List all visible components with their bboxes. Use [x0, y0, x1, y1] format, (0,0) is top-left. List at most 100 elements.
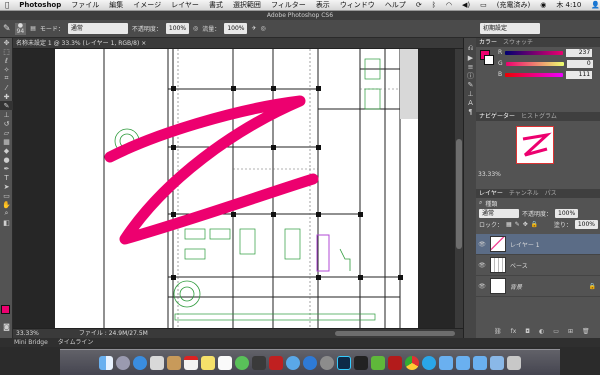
lasso-tool-icon[interactable]: ℓ [0, 56, 13, 65]
contacts-icon[interactable] [167, 355, 181, 370]
user-icon[interactable]: 👤 [586, 1, 600, 9]
blend-mode-select[interactable]: 通常 [479, 209, 519, 218]
app-store-icon[interactable] [303, 355, 317, 370]
marquee-tool-icon[interactable]: ⬚ [0, 47, 13, 56]
lock-all-icon[interactable]: 🔒 [531, 221, 538, 228]
lock-position-icon[interactable]: ✥ [523, 221, 528, 228]
reminders-icon[interactable] [218, 355, 232, 370]
eye-icon[interactable]: 👁 [478, 262, 486, 269]
eraser-tool-icon[interactable]: ▱ [0, 128, 13, 137]
layer-row[interactable]: 👁 ベース [476, 255, 600, 276]
pen-tool-icon[interactable]: ✒ [0, 164, 13, 173]
mask-icon[interactable]: ◘ [525, 328, 530, 338]
eye-icon[interactable]: 👁 [478, 241, 486, 248]
fx-icon[interactable]: fx [511, 328, 517, 338]
volume-icon[interactable]: ◀) [457, 1, 475, 9]
pressure-opacity-icon[interactable]: ◎ [193, 25, 198, 32]
tab-timeline[interactable]: タイムライン [58, 338, 94, 347]
input-flag-icon[interactable]: ◉ [535, 1, 551, 9]
folder-icon[interactable]: ▭ [553, 328, 559, 338]
photoshop-icon[interactable] [337, 355, 351, 370]
launchpad-icon[interactable] [116, 355, 130, 370]
move-tool-icon[interactable]: ✥ [0, 38, 13, 47]
layer-row[interactable]: 👁 背景 🔒 [476, 276, 600, 297]
path-select-tool-icon[interactable]: ➤ [0, 182, 13, 191]
stamp-tool-icon[interactable]: ⊥ [0, 110, 13, 119]
layer-name[interactable]: ベース [510, 261, 528, 270]
blur-tool-icon[interactable]: ◆ [0, 146, 13, 155]
folder-stack-icon[interactable] [490, 355, 504, 370]
red-value[interactable]: 237 [566, 48, 593, 57]
menu-layer[interactable]: レイヤー [166, 0, 204, 10]
clock[interactable]: 木 4:10 [551, 0, 586, 10]
green-slider[interactable]: G 0 [476, 58, 600, 69]
lock-transparency-icon[interactable]: ▦ [506, 221, 512, 228]
evernote-icon[interactable] [371, 355, 385, 370]
history-brush-tool-icon[interactable]: ↺ [0, 119, 13, 128]
tab-channels[interactable]: チャンネル [509, 189, 539, 198]
menu-select[interactable]: 選択範囲 [228, 0, 266, 10]
tab-swatches[interactable]: スウォッチ [503, 38, 533, 47]
blue-slider[interactable]: B 111 [476, 69, 600, 80]
photo-booth-icon[interactable] [269, 355, 283, 370]
adjustment-icon[interactable]: ◐ [539, 328, 544, 338]
layer-filter-kind[interactable]: 種類 [485, 199, 497, 208]
healing-tool-icon[interactable]: ✚ [0, 92, 13, 101]
menu-window[interactable]: ウィンドウ [335, 0, 380, 10]
layer-name[interactable]: レイヤー 1 [510, 240, 540, 249]
new-layer-icon[interactable]: ⊞ [568, 328, 573, 338]
eye-icon[interactable]: 👁 [478, 283, 486, 290]
brush-panel-icon[interactable]: ▤ [30, 25, 36, 32]
chrome-icon[interactable] [405, 355, 419, 370]
brush-tool-icon[interactable]: ✎ [3, 24, 11, 34]
app-menu[interactable]: Photoshop [14, 1, 66, 9]
default-colors-icon[interactable]: ◧ [0, 218, 13, 227]
color-background-swatch[interactable] [484, 55, 494, 65]
terminal-icon[interactable] [354, 355, 368, 370]
tab-mini-bridge[interactable]: Mini Bridge [14, 338, 48, 347]
blue-value[interactable]: 111 [566, 70, 593, 79]
wifi-icon[interactable]: ◠ [441, 1, 457, 9]
menu-type[interactable]: 書式 [204, 0, 228, 10]
red-track[interactable] [505, 50, 564, 55]
green-value[interactable]: 0 [566, 59, 593, 68]
pressure-size-icon[interactable]: ◎ [261, 25, 266, 32]
folder-documents-icon[interactable] [439, 355, 453, 370]
tab-navigator[interactable]: ナビゲーター [479, 112, 515, 121]
layer-opacity-field[interactable]: 100% [555, 209, 579, 218]
menu-filter[interactable]: フィルター [266, 0, 311, 10]
flow-field[interactable]: 100% [224, 23, 248, 34]
link-layers-icon[interactable]: ⛓ [494, 328, 502, 338]
zoom-tool-icon[interactable]: ⌕ [0, 209, 13, 218]
horizontal-scrollbar[interactable] [335, 331, 455, 336]
blue-track[interactable] [505, 72, 564, 77]
trash-icon[interactable]: 🗑 [582, 328, 590, 338]
folder-applications-icon[interactable] [473, 355, 487, 370]
quick-select-tool-icon[interactable]: ✧ [0, 65, 13, 74]
workspace-select[interactable]: 初期設定 [480, 23, 540, 34]
navigator-thumbnail[interactable] [516, 126, 554, 164]
vertical-scroll-thumb[interactable] [456, 139, 462, 249]
opacity-field[interactable]: 100% [165, 23, 190, 34]
mail-icon[interactable] [150, 355, 164, 370]
battery-status[interactable]: (充電済み) [492, 0, 535, 10]
quick-mask-icon[interactable]: ◙ [0, 322, 13, 331]
system-preferences-icon[interactable] [320, 355, 334, 370]
tab-paths[interactable]: パス [545, 189, 557, 198]
finder-icon[interactable] [99, 355, 113, 370]
safari-icon[interactable] [133, 355, 147, 370]
type-tool-icon[interactable]: T [0, 173, 13, 182]
layer-name[interactable]: 背景 [510, 282, 522, 291]
facetime-icon[interactable] [252, 355, 266, 370]
itunes-icon[interactable] [286, 355, 300, 370]
calendar-icon[interactable] [184, 355, 198, 370]
filter-search-icon[interactable]: ⌕ [479, 199, 482, 207]
apple-icon[interactable]:  [0, 1, 14, 9]
bluetooth-icon[interactable]: ᛒ [427, 1, 441, 9]
navigator-zoom[interactable]: 33.33% [478, 171, 501, 178]
crop-tool-icon[interactable]: ⌗ [0, 74, 13, 83]
tab-histogram[interactable]: ヒストグラム [521, 112, 557, 121]
messages-icon[interactable] [235, 355, 249, 370]
acrobat-icon[interactable] [388, 355, 402, 370]
tab-color[interactable]: カラー [479, 38, 497, 47]
